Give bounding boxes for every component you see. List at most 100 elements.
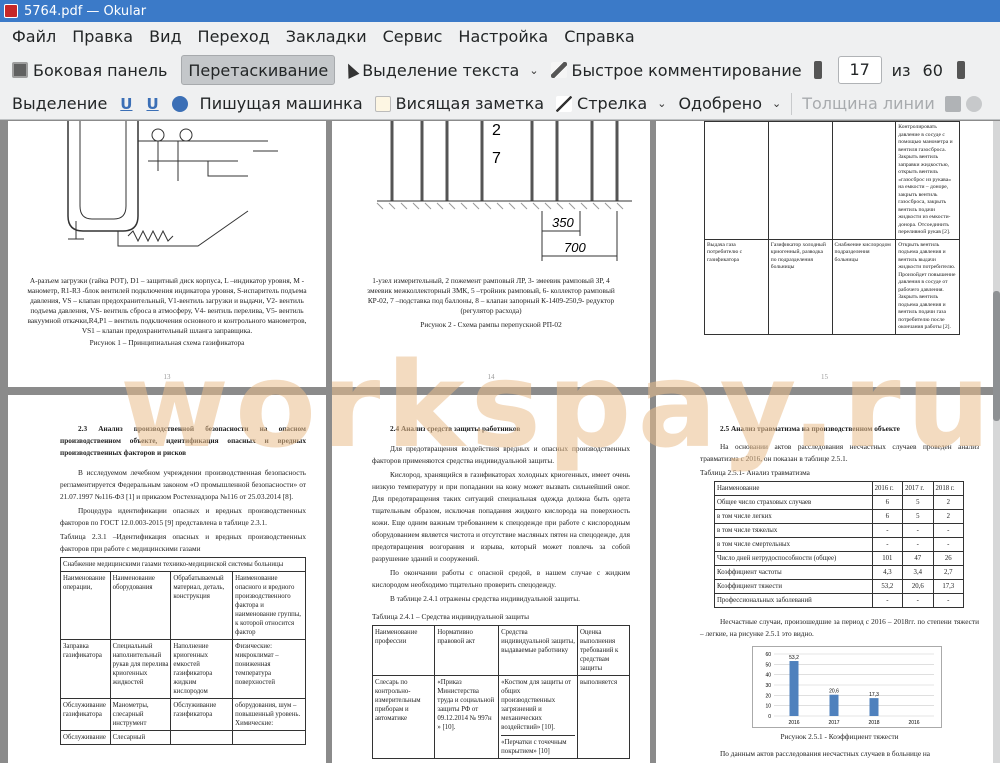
chevron-down-icon[interactable]: ⌄ — [772, 97, 781, 110]
paragraph: Кислород, хранящийся в газификаторах хол… — [372, 470, 630, 563]
popup-note-label: Висящая заметка — [395, 94, 545, 113]
sidebar-toggle-button[interactable]: Боковая панель — [6, 55, 173, 85]
page-number: 13 — [163, 373, 171, 381]
menu-edit[interactable]: Правка — [64, 22, 141, 52]
popup-note-button[interactable]: Висящая заметка — [369, 89, 550, 119]
table-header: 2017 г. — [902, 481, 934, 496]
table-cell: 20,6 — [902, 579, 934, 594]
window-titlebar: 5764.pdf — Okular — [0, 0, 1000, 22]
paragraph: В таблице 2.4.1 отражены средства индиви… — [390, 594, 580, 603]
chart-y-tick-label: 40 — [765, 673, 771, 679]
table-cell: Открыть вентиль подъема давления и венти… — [895, 238, 960, 335]
chart-y-tick-label: 10 — [765, 704, 771, 710]
opacity-icon[interactable] — [965, 95, 982, 112]
document-viewport[interactable]: А-разъем загрузки (гайка РОТ), D1 – защи… — [0, 121, 993, 763]
squiggle-underline-icon[interactable]: U — [146, 95, 158, 113]
table-header: Наименование операции, — [60, 571, 111, 640]
table-cell-text: «Костюм для защиты от общих производстве… — [501, 679, 572, 731]
table-title: Таблица 2.4.1 – Средства индивидуальной … — [372, 612, 529, 621]
quick-annotations-button[interactable]: Быстрое комментирование — [545, 55, 808, 85]
table-cell: оборудования, шум – повышенный уровень. … — [232, 698, 306, 731]
browse-tool-button[interactable]: Перетаскивание — [181, 55, 336, 85]
chart-bar — [829, 694, 839, 716]
annotation-toolbar: Выделение U U Пишущая машинка Висящая за… — [0, 88, 1000, 120]
figure-2-title: Рисунок 2 - Схема рампы перепускной РП-0… — [420, 320, 562, 329]
page-15: Контролировать давление в сосуде с помощ… — [656, 121, 993, 387]
table-row: в том числе легких 6 5 2 — [714, 509, 965, 524]
gasifier-scheme-diagram — [67, 121, 278, 247]
menu-file[interactable]: Файл — [4, 22, 64, 52]
table-cell: 47 — [902, 551, 934, 566]
text-select-tool-button[interactable]: Выделение текста ⌄ — [339, 55, 544, 85]
vertical-scrollbar[interactable] — [993, 121, 1000, 763]
table-row: Заправка газификатора Специальный наполн… — [60, 639, 306, 699]
next-page-icon[interactable] — [956, 61, 965, 79]
hazard-identification-table: Снабжение медицинскими газами технико-ме… — [60, 557, 306, 745]
chart-x-tick-label: 2016 — [908, 720, 919, 726]
stamp-approved-button[interactable]: Одобрено ⌄ — [672, 89, 787, 119]
callout-7: 7 — [492, 150, 501, 167]
table-cell: Обслуживание газификатора — [170, 698, 234, 731]
table-row: Обслуживание Слесарный — [60, 730, 306, 745]
table-cell: - — [932, 523, 965, 538]
section-heading: 2.3 Анализ производственной безопасности… — [60, 424, 306, 457]
menu-view[interactable]: Вид — [141, 22, 189, 52]
page-number-input[interactable]: 17 — [837, 56, 882, 84]
table-cell: Снабжение кислородом подразделения больн… — [831, 238, 897, 335]
paragraph: Несчастные случаи, произошедшие за перио… — [700, 617, 979, 638]
menu-go[interactable]: Переход — [190, 22, 278, 52]
chevron-down-icon[interactable]: ⌄ — [657, 97, 666, 110]
table-cell: Коэффициент тяжести — [714, 579, 873, 594]
menu-tools[interactable]: Сервис — [375, 22, 451, 52]
table-cell: 3,4 — [902, 565, 934, 580]
table-row: в том числе смертельных - - - — [714, 537, 965, 552]
pen-icon — [550, 62, 567, 78]
okular-app-icon — [4, 4, 18, 18]
page-13: А-разъем загрузки (гайка РОТ), D1 – защи… — [8, 121, 326, 387]
menu-settings[interactable]: Настройка — [450, 22, 556, 52]
table-cell: 17,3 — [932, 579, 965, 594]
highlight-tool-button[interactable]: Выделение — [6, 89, 113, 119]
typewriter-tool-label: Пишущая машинка — [199, 94, 363, 113]
window-title: 5764.pdf — Okular — [24, 3, 147, 19]
arrow-tool-button[interactable]: Стрелка ⌄ — [550, 89, 672, 119]
table-row: в том числе тяжелых - - - — [714, 523, 965, 538]
line-width-label: Толщина линии — [802, 94, 935, 113]
paragraph: Процедура идентификации опасных и вредны… — [60, 506, 306, 527]
table-cell: Коэффициент частоты — [714, 565, 873, 580]
chart-y-tick-label: 60 — [765, 652, 771, 658]
dimension-350: 350 — [552, 215, 574, 230]
chart-data-label: 17,3 — [869, 692, 879, 698]
chart-x-tick-label: 2016 — [788, 720, 799, 726]
table-cell: 6 — [871, 495, 904, 510]
scrollbar-thumb[interactable] — [993, 291, 1000, 421]
menu-help[interactable]: Справка — [556, 22, 643, 52]
menu-bookmarks[interactable]: Закладки — [278, 22, 375, 52]
chevron-down-icon[interactable]: ⌄ — [529, 64, 538, 77]
stamp-icon[interactable] — [171, 95, 188, 112]
table-cell: в том числе смертельных — [714, 537, 873, 552]
previous-page-icon[interactable] — [813, 61, 822, 79]
underline-icon[interactable]: U — [120, 95, 132, 113]
table-cell: Выдача газа потребителю с газификатора — [704, 238, 769, 335]
table-header: Наименование опасного и вредного произво… — [232, 571, 306, 640]
table-cell: - — [871, 537, 904, 552]
color-icon[interactable] — [944, 95, 961, 112]
table-cell: Число дней нетрудоспособности (общее) — [714, 551, 873, 566]
table-header: Средства индивидуальной защиты, выдаваем… — [498, 625, 578, 676]
line-width-button[interactable]: Толщина линии — [796, 89, 941, 119]
chart-x-tick-label: 2017 — [828, 720, 839, 726]
typewriter-tool-button[interactable]: Пишущая машинка — [194, 89, 369, 119]
table-cell: Профессиональных заболеваний — [714, 593, 873, 608]
section-heading: 2.4 Анализ средств защиты работников — [390, 424, 521, 433]
table-cell: Слесарный — [109, 730, 172, 745]
table-cell-text: «Перчатки с точечным покрытием» [10] — [501, 735, 575, 756]
table-caption-row: Снабжение медицинскими газами технико-ме… — [60, 557, 306, 572]
table-row: Обслуживание газификатора Манометры, сле… — [60, 698, 306, 731]
ppe-table: Наименование профессии Нормативно правов… — [371, 625, 631, 759]
table-cell: - — [902, 537, 934, 552]
table-cell: Специальный наполнительный рукав для пер… — [109, 639, 172, 699]
figure-1-legend: А-разъем загрузки (гайка РОТ), D1 – защи… — [27, 276, 307, 335]
dimension-700: 700 — [564, 240, 586, 255]
injury-analysis-table: Наименование 2016 г. 2017 г. 2018 г. Общ… — [714, 481, 965, 608]
